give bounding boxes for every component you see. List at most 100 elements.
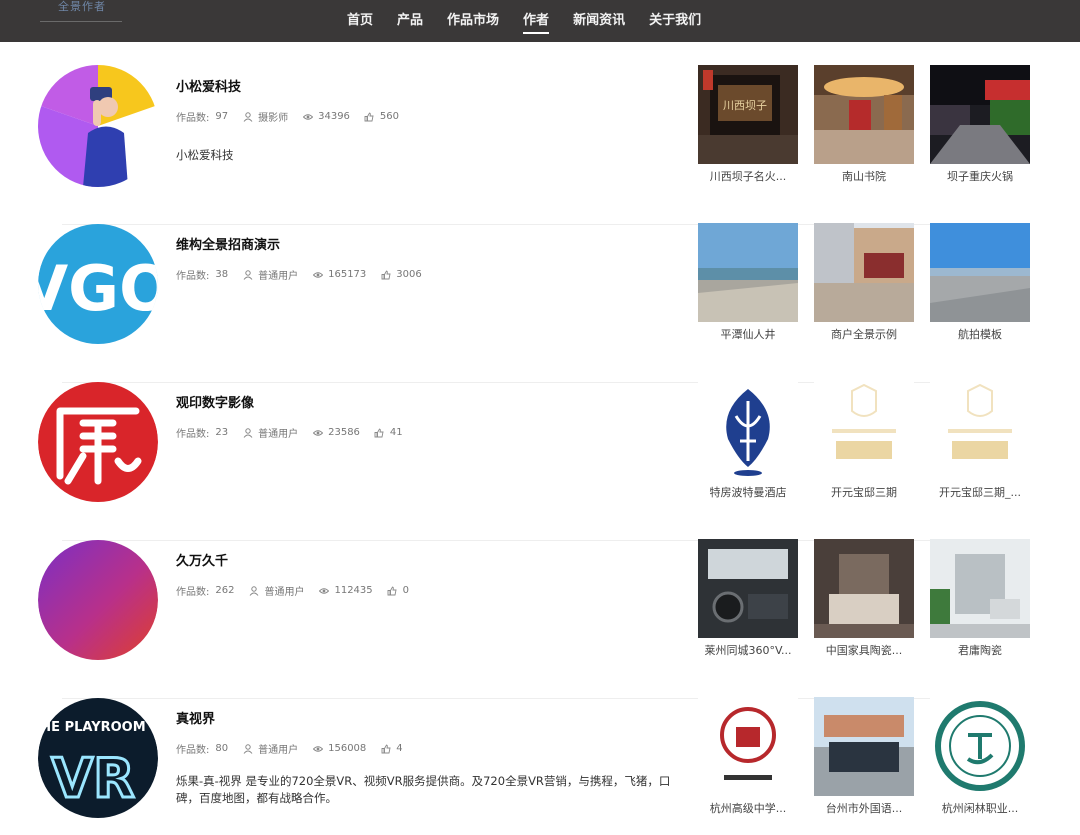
work-thumbnail[interactable] bbox=[930, 539, 1030, 638]
work-thumbnail[interactable] bbox=[814, 697, 914, 796]
svg-text:HE PLAYROOM: HE PLAYROOM bbox=[40, 720, 145, 735]
works-count-label: 作品数: bbox=[176, 271, 210, 282]
author-stats: 作品数: 80 普通用户 156008 4 bbox=[176, 741, 417, 756]
like-count: 41 bbox=[389, 427, 403, 438]
work-card[interactable]: 南山书院 bbox=[814, 65, 914, 184]
work-thumbnail[interactable]: 川西坝子 bbox=[698, 65, 798, 164]
work-card[interactable]: 特房波特曼酒店 bbox=[698, 381, 798, 500]
work-card[interactable]: 君庸陶瓷 bbox=[930, 539, 1030, 658]
author-row: 小松爱科技 作品数: 97 摄影师 34396 560 小松爱科技 川西坝子 川… bbox=[0, 65, 1080, 225]
work-title: 商户全景示例 bbox=[831, 328, 897, 341]
author-name[interactable]: 真视界 bbox=[176, 708, 215, 727]
author-stats: 作品数: 38 普通用户 165173 3006 bbox=[176, 267, 436, 282]
author-description: 烁果-真-视界 是专业的720全景VR、视频VR服务提供商。及720全景VR营销… bbox=[176, 774, 671, 805]
work-title: 航拍模板 bbox=[958, 328, 1002, 341]
work-title: 川西坝子名火... bbox=[709, 170, 787, 183]
author-avatar[interactable] bbox=[38, 539, 158, 661]
nav-news[interactable]: 新闻资讯 bbox=[573, 12, 625, 32]
author-row: HE PLAYROOM VR 真视界 作品数: 80 普通用户 156008 4… bbox=[0, 697, 1080, 835]
work-title: 坝子重庆火锅 bbox=[947, 170, 1013, 183]
view-count: 112435 bbox=[334, 585, 373, 596]
work-title: 中国家具陶瓷... bbox=[825, 644, 903, 657]
thumbs-up-icon bbox=[364, 111, 375, 122]
author-avatar[interactable] bbox=[38, 381, 158, 503]
author-avatar[interactable]: VGO bbox=[38, 223, 158, 345]
eye-icon bbox=[312, 269, 323, 280]
work-thumbnail[interactable] bbox=[698, 539, 798, 638]
work-thumbnail[interactable] bbox=[814, 381, 914, 480]
nav-authors[interactable]: 作者 bbox=[523, 12, 550, 34]
main-nav: 首页 产品 作品市场 作者 新闻资讯 关于我们 bbox=[347, 12, 725, 34]
works-count-label: 作品数: bbox=[176, 113, 210, 124]
author-role: 普通用户 bbox=[258, 429, 299, 440]
work-card[interactable]: 川西坝子 川西坝子名火... bbox=[698, 65, 798, 184]
work-thumbnail[interactable] bbox=[814, 223, 914, 322]
author-works: 特房波特曼酒店 开元宝邸三期 开元宝邸三期_... bbox=[698, 381, 1033, 503]
work-card[interactable]: 莱州同城360°V... bbox=[698, 539, 798, 658]
work-card[interactable]: 平潭仙人井 bbox=[698, 223, 798, 342]
work-card[interactable]: 开元宝邸三期 bbox=[814, 381, 914, 500]
work-thumbnail[interactable] bbox=[930, 381, 1030, 480]
view-count: 165173 bbox=[328, 269, 367, 280]
author-name[interactable]: 观印数字影像 bbox=[176, 392, 254, 411]
like-count: 3006 bbox=[396, 269, 422, 280]
svg-text:川西坝子: 川西坝子 bbox=[723, 98, 767, 112]
thumbs-up-icon bbox=[380, 269, 391, 280]
thumbs-up-icon bbox=[387, 585, 398, 596]
work-thumbnail[interactable] bbox=[930, 65, 1030, 164]
work-title: 开元宝邸三期_... bbox=[939, 486, 1021, 499]
work-title: 平潭仙人井 bbox=[720, 328, 776, 341]
author-name[interactable]: 小松爱科技 bbox=[176, 76, 241, 95]
top-navigation-bar: 全景作者 首页 产品 作品市场 作者 新闻资讯 关于我们 bbox=[0, 0, 1080, 42]
work-thumbnail[interactable] bbox=[698, 223, 798, 322]
user-icon bbox=[242, 427, 253, 438]
author-role: 普通用户 bbox=[264, 587, 305, 598]
eye-icon bbox=[312, 743, 323, 754]
like-count: 0 bbox=[402, 585, 410, 596]
view-count: 34396 bbox=[318, 111, 350, 122]
work-card[interactable]: 开元宝邸三期_... bbox=[930, 381, 1030, 500]
works-count: 38 bbox=[215, 269, 229, 280]
nav-products[interactable]: 产品 bbox=[397, 12, 423, 32]
work-card[interactable]: 航拍模板 bbox=[930, 223, 1030, 342]
work-title: 台州市外国语... bbox=[825, 802, 903, 815]
work-thumbnail[interactable] bbox=[930, 697, 1030, 796]
author-stats: 作品数: 262 普通用户 112435 0 bbox=[176, 583, 423, 598]
author-avatar[interactable]: HE PLAYROOM VR bbox=[38, 697, 158, 819]
author-name[interactable]: 维构全景招商演示 bbox=[176, 234, 280, 253]
site-logo[interactable]: 全景作者 bbox=[40, 0, 122, 22]
author-works: 杭州高级中学... 台州市外国语... 杭州闲林职业... bbox=[698, 697, 1033, 819]
author-name[interactable]: 久万久千 bbox=[176, 550, 228, 569]
eye-icon bbox=[302, 111, 313, 122]
nav-works-market[interactable]: 作品市场 bbox=[447, 12, 499, 32]
view-count: 23586 bbox=[328, 427, 360, 438]
work-thumbnail[interactable] bbox=[814, 65, 914, 164]
eye-icon bbox=[312, 427, 323, 438]
work-card[interactable]: 杭州闲林职业... bbox=[930, 697, 1030, 816]
author-role: 摄影师 bbox=[258, 113, 289, 124]
author-avatar[interactable] bbox=[38, 65, 158, 187]
work-title: 杭州闲林职业... bbox=[941, 802, 1019, 815]
user-icon bbox=[242, 743, 253, 754]
svg-text:VR: VR bbox=[51, 747, 134, 810]
nav-about[interactable]: 关于我们 bbox=[649, 12, 701, 32]
work-card[interactable]: 商户全景示例 bbox=[814, 223, 914, 342]
work-card[interactable]: 坝子重庆火锅 bbox=[930, 65, 1030, 184]
work-thumbnail[interactable] bbox=[930, 223, 1030, 322]
work-card[interactable]: 中国家具陶瓷... bbox=[814, 539, 914, 658]
site-logo-text: 全景作者 bbox=[58, 0, 106, 13]
like-count: 560 bbox=[379, 111, 400, 122]
works-count: 80 bbox=[215, 743, 229, 754]
svg-text:VGO: VGO bbox=[38, 252, 158, 325]
work-card[interactable]: 台州市外国语... bbox=[814, 697, 914, 816]
work-title: 南山书院 bbox=[842, 170, 886, 183]
work-thumbnail[interactable] bbox=[814, 539, 914, 638]
nav-home[interactable]: 首页 bbox=[347, 12, 373, 32]
author-description: 小松爱科技 bbox=[176, 148, 234, 162]
work-thumbnail[interactable] bbox=[698, 381, 798, 480]
work-card[interactable]: 杭州高级中学... bbox=[698, 697, 798, 816]
like-count: 4 bbox=[396, 743, 403, 754]
work-thumbnail[interactable] bbox=[698, 697, 798, 796]
work-title: 君庸陶瓷 bbox=[958, 644, 1002, 657]
work-title: 杭州高级中学... bbox=[709, 802, 787, 815]
